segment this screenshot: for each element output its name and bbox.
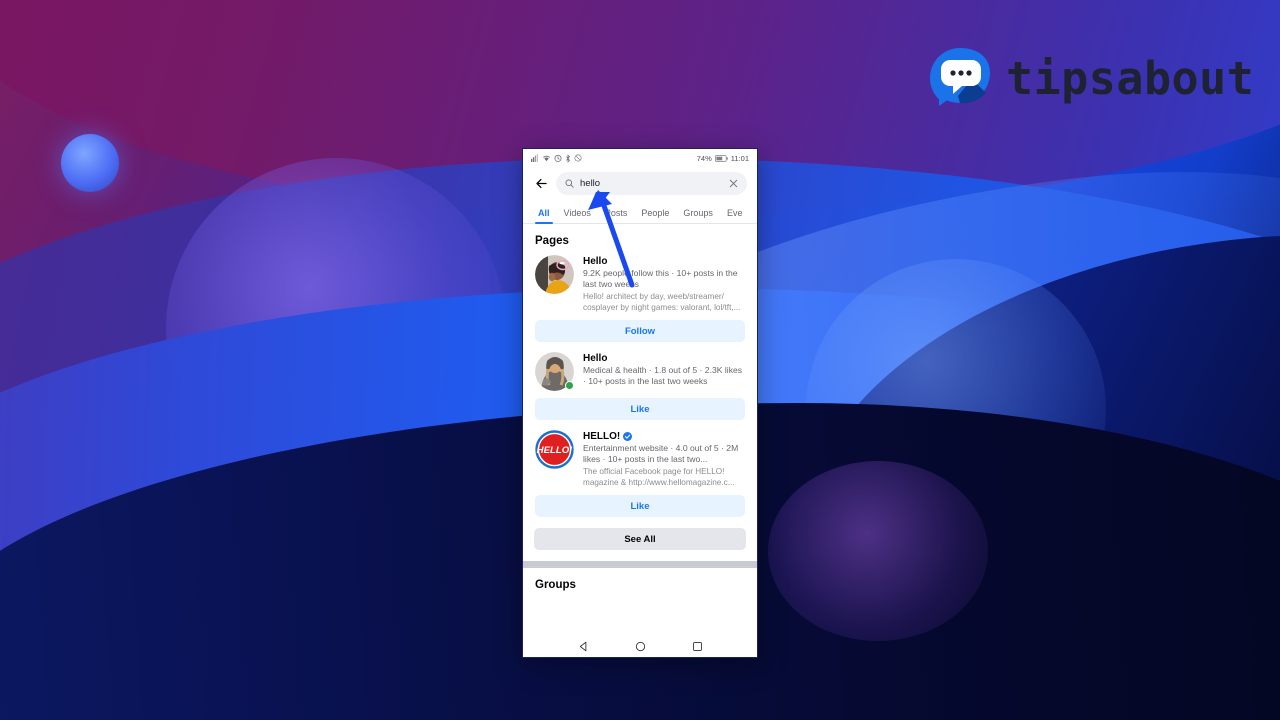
tipsabout-logo: tipsabout xyxy=(928,46,1254,110)
verified-badge-icon xyxy=(623,432,633,441)
status-bar: 74% 11:01 xyxy=(523,149,757,167)
page-name: Hello xyxy=(583,256,608,267)
tab-groups[interactable]: Groups xyxy=(676,208,720,223)
svg-text:HELLO!: HELLO! xyxy=(537,445,574,456)
search-header: hello xyxy=(523,167,757,202)
avatar xyxy=(535,352,574,391)
back-arrow-icon[interactable] xyxy=(534,176,549,191)
search-results-content: Pages Hello 9.2K people follow this · 10… xyxy=(523,224,757,635)
online-status-badge xyxy=(565,381,574,390)
wallpaper-small-sphere xyxy=(61,133,120,192)
mute-icon xyxy=(574,154,582,162)
wifi-icon xyxy=(542,155,551,162)
tab-events[interactable]: Eve xyxy=(720,208,750,223)
page-meta: Entertainment website · 4.0 out of 5 · 2… xyxy=(583,443,739,464)
list-item-body: Hello 9.2K people follow this · 10+ post… xyxy=(583,255,745,313)
like-button[interactable]: Like xyxy=(535,398,745,420)
page-description: The official Facebook page for HELLO! ma… xyxy=(583,467,735,487)
status-bar-clock: 11:01 xyxy=(730,153,749,163)
alarm-icon xyxy=(554,154,562,162)
tab-all[interactable]: All xyxy=(531,208,557,225)
avatar xyxy=(535,255,574,313)
phone-screenshot: 74% 11:01 hello All Videos Posts People … xyxy=(522,148,758,658)
hello-magazine-red-logo: HELLO! xyxy=(535,430,574,469)
battery-percent-label: 74% xyxy=(696,153,712,163)
speech-bubble-dots-icon xyxy=(928,46,992,110)
status-bar-right: 74% 11:01 xyxy=(697,154,749,163)
list-item[interactable]: HELLO! HELLO! Entertainment website · 4.… xyxy=(523,428,757,488)
search-icon xyxy=(565,179,574,188)
page-meta: Medical & health · 1.8 out of 5 · 2.3K l… xyxy=(583,365,743,386)
close-icon[interactable] xyxy=(729,179,738,188)
battery-icon xyxy=(714,154,728,162)
logo-wordmark: tipsabout xyxy=(1006,51,1255,105)
list-item[interactable]: Hello 9.2K people follow this · 10+ post… xyxy=(523,253,757,313)
search-input-value: hello xyxy=(580,178,601,189)
section-divider xyxy=(523,561,757,568)
page-name: Hello xyxy=(583,353,608,364)
status-bar-left-icons xyxy=(531,153,582,163)
avatar: HELLO! xyxy=(535,430,574,488)
search-input[interactable]: hello xyxy=(556,172,747,195)
page-name: HELLO! xyxy=(583,431,745,442)
page-meta: 9.2K people follow this · 10+ posts in t… xyxy=(583,268,738,289)
list-item-body: Hello Medical & health · 1.8 out of 5 · … xyxy=(583,352,745,391)
nav-recents-square-icon[interactable] xyxy=(692,641,703,652)
tab-posts[interactable]: Posts xyxy=(598,208,635,223)
tab-videos[interactable]: Videos xyxy=(557,208,598,223)
page-description: Hello! architect by day, weeb/streamer/ … xyxy=(583,292,741,312)
list-item[interactable]: Hello Medical & health · 1.8 out of 5 · … xyxy=(523,350,757,391)
list-item-body: HELLO! Entertainment website · 4.0 out o… xyxy=(583,430,745,488)
nav-home-circle-icon[interactable] xyxy=(635,641,646,652)
pages-section-title: Pages xyxy=(535,235,569,247)
follow-button[interactable]: Follow xyxy=(535,320,745,342)
nav-back-triangle-icon[interactable] xyxy=(578,641,589,652)
like-button[interactable]: Like xyxy=(535,495,745,517)
groups-section-title: Groups xyxy=(535,579,576,591)
person-with-headphones-photo xyxy=(535,255,574,294)
tab-people[interactable]: People xyxy=(634,208,676,223)
android-navigation-bar xyxy=(523,635,757,657)
bluetooth-icon xyxy=(566,153,571,163)
see-all-button[interactable]: See All xyxy=(534,528,746,550)
search-result-tabs: All Videos Posts People Groups Eve xyxy=(523,202,757,225)
wallpaper-violet-blob xyxy=(768,460,988,641)
signal-icon xyxy=(531,154,539,162)
